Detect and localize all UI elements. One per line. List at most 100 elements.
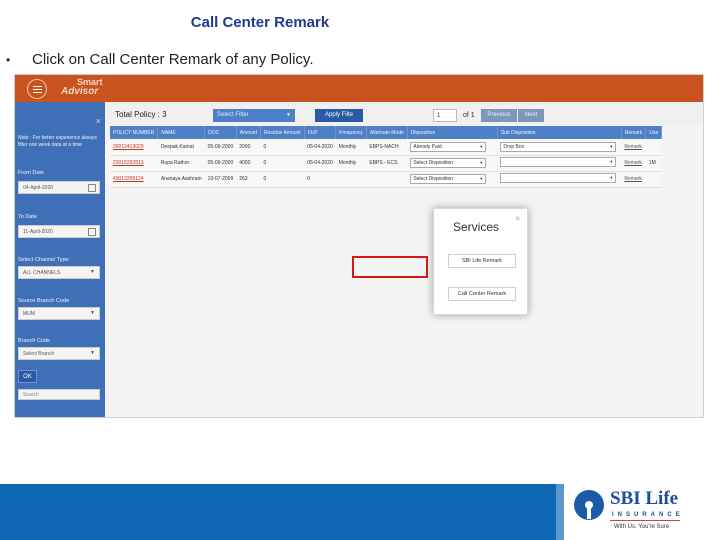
channel-type-label: Select Channel Type bbox=[18, 257, 69, 263]
cell-disposition: Already Paid ▼ bbox=[407, 139, 498, 156]
apply-filter-button[interactable]: Apply Filte bbox=[315, 109, 363, 122]
policy-number-link[interactable]: 49013295124 bbox=[110, 171, 158, 188]
sub-disposition-select[interactable]: ▼ bbox=[500, 173, 617, 183]
footer: SBI Life INSURANCE With Us. You're Sure bbox=[0, 484, 720, 540]
brand-line2: Advisor bbox=[61, 86, 99, 97]
cell-sub-disposition: ▼ bbox=[497, 171, 622, 188]
from-date-field[interactable]: 04-April-2020 bbox=[18, 181, 100, 194]
from-date-value: 04-April-2020 bbox=[23, 185, 54, 191]
branch-code-select[interactable]: Select Branch ▼ bbox=[18, 347, 100, 360]
page-count: of 1 bbox=[463, 112, 475, 119]
previous-button[interactable]: Previous bbox=[481, 109, 517, 122]
cell-residue: 0 bbox=[260, 171, 305, 188]
cell-frequency bbox=[335, 171, 367, 188]
sub-disposition-value: Drop Box bbox=[503, 143, 525, 150]
disposition-select[interactable]: Select Disposition ▼ bbox=[410, 158, 487, 168]
cell-name: Ananaya Aashram bbox=[157, 171, 205, 188]
close-icon[interactable]: × bbox=[515, 214, 520, 223]
app-screenshot: Smart Advisor × Note : For better experi… bbox=[14, 74, 704, 418]
cell-fup: 05-04-2020 bbox=[304, 155, 336, 172]
sbi-life-remark-button[interactable]: SBI Life Remark bbox=[448, 254, 516, 268]
slide: Call Center Remark • Click on Call Center… bbox=[0, 0, 720, 540]
to-date-label: To Date bbox=[18, 214, 37, 220]
services-title: Services bbox=[453, 220, 500, 234]
instruction-bullet: • Click on Call Center Remark of any Poli… bbox=[6, 51, 313, 68]
menu-icon[interactable] bbox=[27, 79, 47, 99]
sbi-life-logo-icon bbox=[574, 490, 604, 520]
chevron-down-icon: ▼ bbox=[609, 175, 614, 180]
column-header: Alternate Mode bbox=[366, 126, 408, 139]
call-center-remark-button[interactable]: Call Center Remark bbox=[448, 287, 516, 301]
ok-button[interactable]: OK bbox=[18, 370, 37, 383]
chevron-down-icon: ▼ bbox=[90, 310, 95, 316]
cell-residue: 0 bbox=[260, 155, 305, 172]
bullet-icon: • bbox=[6, 53, 11, 67]
cell-disposition: Select Disposition ▼ bbox=[407, 171, 498, 188]
close-icon[interactable]: × bbox=[96, 116, 101, 126]
cell-amount: 4000 bbox=[236, 155, 261, 172]
to-date-field[interactable]: 11-April-2020 bbox=[18, 225, 100, 238]
disposition-select[interactable]: Already Paid ▼ bbox=[410, 141, 487, 152]
remark-link[interactable]: Remark bbox=[621, 155, 646, 172]
cell-mode: EBPS - ECS bbox=[366, 155, 408, 172]
chevron-down-icon: ▼ bbox=[609, 159, 614, 164]
to-date-value: 11-April-2020 bbox=[23, 229, 53, 235]
services-modal: Services × SBI Life Remark Call Center R… bbox=[433, 208, 528, 315]
select-filter-dropdown[interactable]: Select Filter ▼ bbox=[213, 109, 295, 122]
cell-fup: 0 bbox=[304, 171, 336, 188]
slide-title: Call Center Remark bbox=[190, 14, 330, 31]
filter-bar: Total Policy : 3 Select Filter ▼ Apply F… bbox=[105, 102, 703, 125]
remark-link[interactable]: Remark bbox=[621, 171, 646, 188]
source-branch-label: Source Branch Code bbox=[18, 298, 70, 304]
cell-residue: 0 bbox=[260, 139, 305, 156]
highlight-box bbox=[352, 256, 428, 278]
total-policy: Total Policy : 3 bbox=[115, 110, 167, 119]
source-branch-select[interactable]: MUM ▼ bbox=[18, 307, 100, 320]
policy-number-link[interactable]: 23015292813 bbox=[110, 155, 158, 172]
calendar-icon[interactable] bbox=[88, 184, 96, 192]
cell-doc: 05-09-2000 bbox=[204, 155, 237, 172]
sub-disposition-select[interactable]: Drop Box ▼ bbox=[500, 141, 617, 152]
column-header: Sub Disposition bbox=[497, 126, 622, 139]
chevron-down-icon: ▼ bbox=[479, 160, 484, 165]
chevron-down-icon: ▼ bbox=[479, 143, 484, 149]
select-filter-label: Select Filter bbox=[217, 112, 249, 118]
column-header: DOC bbox=[204, 126, 237, 139]
policy-number-link[interactable]: 30012413029 bbox=[110, 139, 158, 156]
logo-insurance: INSURANCE bbox=[612, 512, 684, 518]
logo-divider bbox=[610, 520, 680, 521]
column-header: Frequency bbox=[335, 126, 367, 139]
search-input[interactable]: Search bbox=[18, 389, 100, 400]
disposition-select[interactable]: Select Disposition ▼ bbox=[410, 174, 487, 184]
cell-name: Rupa Rathor bbox=[157, 155, 205, 172]
column-header: POLICY NUMBER bbox=[110, 126, 159, 139]
channel-type-select[interactable]: ALL CHANNELS ▼ bbox=[18, 266, 100, 279]
next-button[interactable]: Next bbox=[518, 109, 544, 122]
from-date-label: From Date bbox=[18, 170, 44, 176]
calendar-icon[interactable] bbox=[88, 228, 96, 236]
cell-name: Deepak Kamat bbox=[157, 139, 205, 156]
logo-tagline: With Us. You're Sure bbox=[614, 524, 670, 530]
source-branch-value: MUM bbox=[23, 311, 35, 317]
cell-sub-disposition: ▼ bbox=[497, 155, 622, 172]
cell-mode: EBPS-NACH bbox=[366, 139, 408, 156]
cell-disposition: Select Disposition ▼ bbox=[407, 155, 498, 172]
branch-code-placeholder: Select Branch bbox=[23, 351, 55, 357]
chevron-down-icon: ▼ bbox=[90, 350, 95, 356]
cell-mode bbox=[366, 171, 408, 188]
table-row: 49013295124 Ananaya Aashram 10-07-2009 2… bbox=[110, 171, 662, 188]
cell-use bbox=[645, 171, 662, 188]
disposition-value: Select Disposition bbox=[413, 160, 454, 166]
sub-disposition-select[interactable]: ▼ bbox=[500, 157, 617, 167]
column-header: Disposition bbox=[407, 126, 498, 139]
column-header: Residue Amount bbox=[260, 126, 305, 139]
table-header-row: POLICY NUMBER NAME DOC Amount Residue Am… bbox=[110, 126, 663, 139]
cell-amount: 263 bbox=[236, 171, 261, 188]
page-number-input[interactable]: 1 bbox=[433, 109, 457, 122]
cell-amount: 2000 bbox=[236, 139, 261, 156]
remark-link[interactable]: Remark bbox=[621, 139, 646, 156]
cell-sub-disposition: Drop Box ▼ bbox=[497, 139, 622, 156]
footer-band-edge bbox=[556, 484, 564, 540]
filter-sidebar: × Note : For better experience always fi… bbox=[15, 102, 105, 417]
cell-fup: 05-04-2020 bbox=[304, 139, 336, 156]
